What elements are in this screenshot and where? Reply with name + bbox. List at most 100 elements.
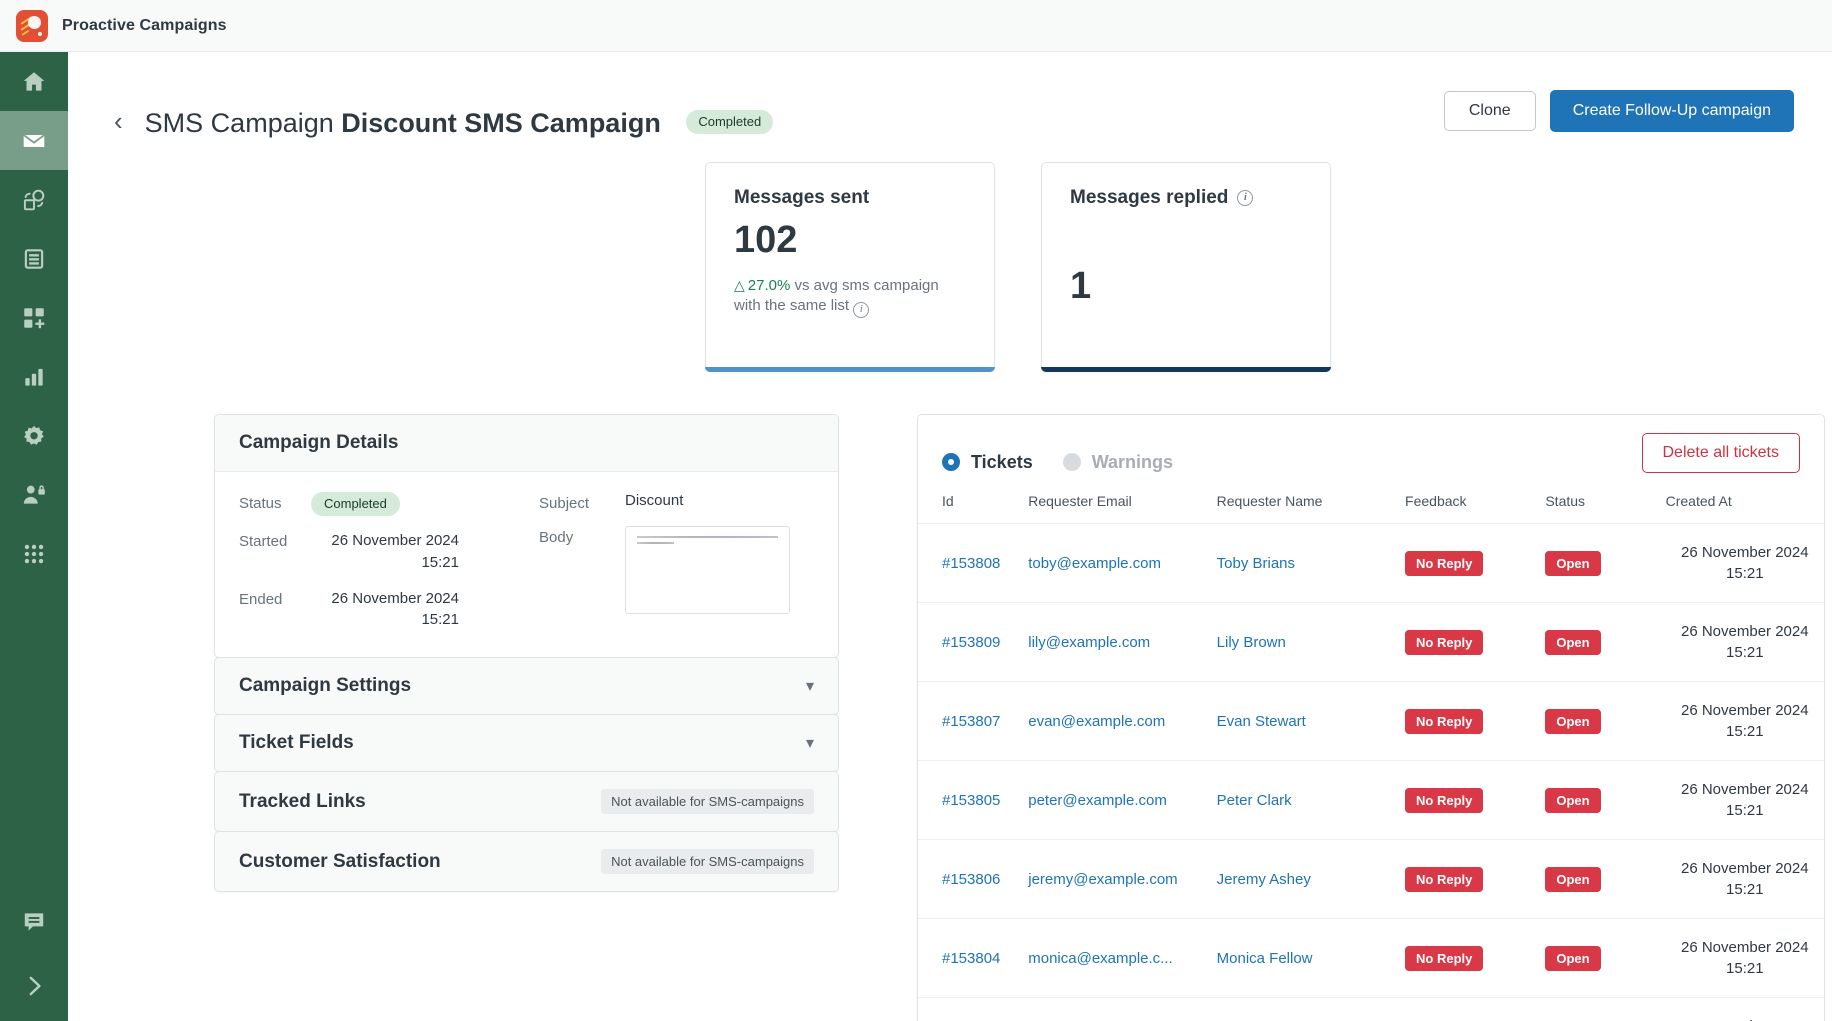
sidebar-item-apps[interactable] bbox=[0, 524, 68, 583]
requester-name-link[interactable]: Lily Brown bbox=[1217, 634, 1286, 651]
column-header-id: Id bbox=[942, 493, 954, 509]
sidebar-item-support-chat[interactable] bbox=[0, 892, 68, 951]
requester-name-link[interactable]: Monica Fellow bbox=[1217, 950, 1313, 967]
sidebar-item-add-widget[interactable] bbox=[0, 288, 68, 347]
header-actions: Clone Create Follow-Up campaign bbox=[1443, 90, 1794, 132]
top-bar: Proactive Campaigns bbox=[0, 0, 1832, 52]
info-icon[interactable]: i bbox=[1237, 190, 1254, 206]
sidebar-item-settings[interactable] bbox=[0, 406, 68, 465]
table-row[interactable]: #153806 jeremy@example.com Jeremy Ashey No … bbox=[918, 839, 1824, 919]
info-icon[interactable]: i bbox=[853, 302, 870, 319]
table-row[interactable]: #153807 evan@example.com Evan Stewart No Re… bbox=[918, 681, 1824, 761]
requester-email-link[interactable]: jeremy@example.com bbox=[1028, 871, 1177, 888]
radio-unselected-icon bbox=[1062, 453, 1081, 471]
created-at-time: 15:21 bbox=[1726, 802, 1764, 819]
created-at-time: 15:21 bbox=[1726, 644, 1764, 661]
ended-date: 26 November 2024 bbox=[331, 589, 459, 607]
radio-selected-icon bbox=[942, 453, 960, 471]
feedback-badge: No Reply bbox=[1405, 945, 1484, 971]
back-chevron-left-icon[interactable]: ‹ bbox=[114, 108, 123, 134]
delete-all-tickets-button[interactable]: Delete all tickets bbox=[1641, 433, 1800, 473]
tab-warnings[interactable]: Warnings bbox=[1062, 451, 1174, 473]
chevron-right-icon bbox=[29, 976, 41, 996]
requester-email-link[interactable]: lily@example.com bbox=[1028, 634, 1150, 651]
created-at-date: 26 November 2024 bbox=[1681, 781, 1809, 798]
ticket-id-link[interactable]: #153809 bbox=[942, 634, 1000, 651]
sidebar-item-automations[interactable] bbox=[0, 170, 68, 229]
clone-button[interactable]: Clone bbox=[1443, 91, 1536, 131]
table-row[interactable]: #153805 peter@example.com Peter Clark No Re… bbox=[918, 760, 1824, 840]
column-header-created-at: Created At bbox=[1665, 493, 1732, 509]
sidebar-item-permissions[interactable] bbox=[0, 465, 68, 524]
tab-tickets[interactable]: Tickets bbox=[942, 452, 1033, 473]
user-lock-icon bbox=[23, 484, 45, 504]
created-at-date: 26 November 2024 bbox=[1681, 544, 1809, 561]
requester-name-link[interactable]: Toby Brians bbox=[1217, 555, 1295, 572]
home-icon bbox=[23, 71, 45, 91]
ticket-id-link[interactable]: #153806 bbox=[942, 871, 1000, 888]
accordion-tracked-links: Tracked Links Not available for SMS-camp… bbox=[214, 771, 839, 832]
metric-title: Messages sent bbox=[734, 187, 966, 209]
table-row[interactable]: #153804 monica@example.c... Monica Fellow N… bbox=[918, 918, 1824, 998]
detail-row-body: Body bbox=[539, 526, 814, 614]
feedback-badge: No Reply bbox=[1405, 708, 1484, 734]
requester-email-link[interactable]: evan@example.com bbox=[1028, 713, 1165, 730]
subject-label: Subject bbox=[539, 495, 590, 512]
requester-email-link[interactable]: peter@example.com bbox=[1028, 792, 1167, 809]
page-content: ‹ SMS Campaign Discount SMS Campaign Com… bbox=[68, 52, 1832, 1021]
feedback-badge: No Reply bbox=[1405, 866, 1484, 892]
sidebar-expand-button[interactable] bbox=[0, 951, 68, 1021]
table-header-row: Id Requester Email Requester Name Feedba… bbox=[918, 489, 1824, 524]
thumb-line bbox=[637, 542, 674, 544]
table-row[interactable]: #153809 lily@example.com Lily Brown No Repl… bbox=[918, 602, 1824, 682]
requester-name-link[interactable]: Peter Clark bbox=[1217, 792, 1292, 809]
tickets-table-head: Id Requester Email Requester Name Feedba… bbox=[918, 489, 1824, 524]
column-header-requester-email: Requester Email bbox=[1028, 493, 1132, 509]
created-at-time: 15:21 bbox=[1726, 881, 1764, 898]
status-badge: Open bbox=[1545, 708, 1601, 734]
app-title: Proactive Campaigns bbox=[62, 16, 227, 34]
proactive-campaigns-logo-icon bbox=[16, 9, 48, 42]
sidebar-item-lists[interactable] bbox=[0, 229, 68, 288]
table-row[interactable]: #153803chris@example.comChris EstierNo R… bbox=[918, 997, 1824, 1021]
status-badge: Open bbox=[1545, 787, 1601, 813]
accordion-ticket-fields[interactable]: Ticket Fields ▾ bbox=[214, 714, 839, 772]
database-icon bbox=[24, 248, 44, 269]
tab-tickets-label: Tickets bbox=[971, 451, 1033, 472]
tickets-table: Id Requester Email Requester Name Feedba… bbox=[918, 489, 1824, 1021]
created-at-date: 26 November 2024 bbox=[1681, 939, 1809, 956]
body-preview-thumbnail[interactable] bbox=[625, 526, 790, 614]
status-value: Completed bbox=[311, 492, 400, 516]
page-title-campaign-name: Discount SMS Campaign bbox=[341, 107, 661, 138]
ticket-id-link[interactable]: #153804 bbox=[942, 950, 1000, 967]
body-label: Body bbox=[539, 529, 574, 546]
sidebar-item-home[interactable] bbox=[0, 52, 68, 111]
page-header: ‹ SMS Campaign Discount SMS Campaign Com… bbox=[68, 52, 1832, 156]
metric-value: 1 bbox=[1070, 265, 1092, 307]
create-follow-up-campaign-button[interactable]: Create Follow-Up campaign bbox=[1549, 90, 1794, 132]
status-pill: Completed bbox=[311, 492, 400, 516]
detail-row-status: Status Completed bbox=[239, 492, 539, 516]
created-at-time: 15:21 bbox=[1726, 723, 1764, 740]
ticket-id-link[interactable]: #153808 bbox=[942, 555, 1000, 572]
left-nav-rail bbox=[0, 52, 68, 1021]
sidebar-item-reports[interactable] bbox=[0, 347, 68, 406]
metric-card-messages-replied: Messages replied i 1 bbox=[1041, 162, 1331, 372]
requester-email-link[interactable]: monica@example.c... bbox=[1028, 950, 1172, 967]
ended-label: Ended bbox=[239, 590, 283, 608]
requester-name-link[interactable]: Evan Stewart bbox=[1217, 713, 1306, 730]
accordion-campaign-settings[interactable]: Campaign Settings ▾ bbox=[214, 657, 839, 715]
feedback-badge: No Reply bbox=[1405, 787, 1484, 813]
accordion-label: Customer Satisfaction bbox=[239, 850, 441, 872]
tickets-warnings-radio-group: Tickets Warnings bbox=[942, 452, 1173, 473]
status-badge: Open bbox=[1545, 629, 1601, 655]
ticket-id-link[interactable]: #153807 bbox=[942, 713, 1000, 730]
requester-email-link[interactable]: toby@example.com bbox=[1028, 555, 1161, 572]
tab-warnings-label: Warnings bbox=[1091, 451, 1174, 472]
sidebar-item-campaigns[interactable] bbox=[0, 111, 68, 170]
created-at-date: 26 November 2024 bbox=[1681, 623, 1809, 640]
campaign-details-heading-label: Campaign Details bbox=[239, 432, 399, 453]
ticket-id-link[interactable]: #153805 bbox=[942, 792, 1000, 809]
table-row[interactable]: #153808 toby@example.com Toby Brians No Rep… bbox=[918, 523, 1824, 603]
requester-name-link[interactable]: Jeremy Ashey bbox=[1217, 871, 1311, 888]
